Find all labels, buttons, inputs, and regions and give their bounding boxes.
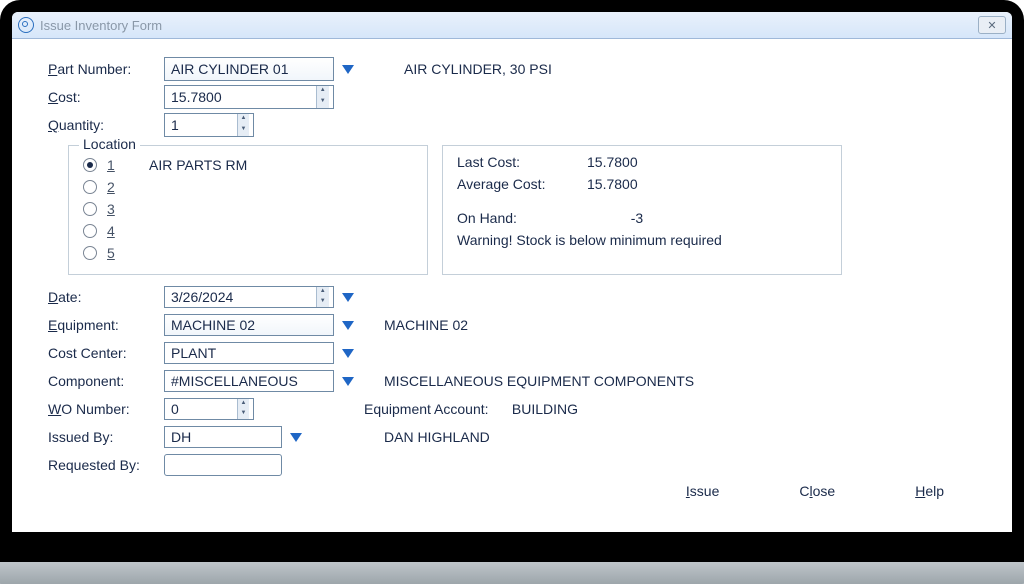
cost-label: Cost: — [48, 89, 164, 105]
last-cost-value: 15.7800 — [587, 154, 667, 176]
location-number: 4 — [107, 223, 121, 239]
close-button[interactable]: Close — [799, 483, 835, 499]
titlebar: Issue Inventory Form ✕ — [12, 12, 1012, 39]
last-cost-label: Last Cost: — [457, 154, 587, 176]
laptop-frame: Issue Inventory Form ✕ Part Number: AIR … — [0, 0, 1024, 562]
close-window-button[interactable]: ✕ — [978, 16, 1006, 34]
issued-by-input[interactable] — [169, 428, 277, 446]
cost-spinner[interactable]: ▲▼ — [316, 86, 329, 108]
radio-icon[interactable] — [83, 202, 97, 216]
radio-icon[interactable] — [83, 246, 97, 260]
location-name: AIR PARTS RM — [149, 157, 247, 173]
quantity-input[interactable] — [169, 116, 237, 134]
part-number-input[interactable] — [169, 60, 329, 78]
date-spinner[interactable]: ▲▼ — [316, 287, 329, 307]
radio-icon[interactable] — [83, 224, 97, 238]
quantity-field[interactable]: ▲▼ — [164, 113, 254, 137]
part-number-dropdown-icon[interactable] — [342, 65, 354, 74]
location-number: 5 — [107, 245, 121, 261]
date-label: Date: — [48, 289, 164, 305]
equipment-input[interactable] — [169, 316, 329, 334]
on-hand-value: -3 — [587, 210, 687, 232]
gear-icon — [18, 17, 34, 33]
issued-by-dropdown-icon[interactable] — [290, 433, 302, 442]
location-option[interactable]: 2 — [83, 176, 413, 198]
radio-icon[interactable] — [83, 158, 97, 172]
help-button[interactable]: Help — [915, 483, 944, 499]
location-group: Location 1AIR PARTS RM2345 — [68, 145, 428, 275]
wo-number-label: WO Number: — [48, 401, 164, 417]
date-field[interactable]: ▲▼ — [164, 286, 334, 308]
location-legend: Location — [79, 136, 140, 152]
equipment-dropdown-icon[interactable] — [342, 321, 354, 330]
part-description: AIR CYLINDER, 30 PSI — [404, 61, 552, 77]
quantity-label: Quantity: — [48, 117, 164, 133]
date-dropdown-icon[interactable] — [342, 293, 354, 302]
requested-by-input[interactable] — [169, 456, 277, 474]
on-hand-label: On Hand: — [457, 210, 587, 232]
action-bar: Issue Close Help — [48, 483, 984, 499]
location-option[interactable]: 4 — [83, 220, 413, 242]
location-number: 2 — [107, 179, 121, 195]
location-number: 3 — [107, 201, 121, 217]
wo-number-field[interactable]: ▲▼ — [164, 398, 254, 420]
avg-cost-label: Average Cost: — [457, 176, 587, 198]
equipment-description: MACHINE 02 — [384, 317, 468, 333]
requested-by-field[interactable] — [164, 454, 282, 476]
component-dropdown-icon[interactable] — [342, 377, 354, 386]
component-description: MISCELLANEOUS EQUIPMENT COMPONENTS — [384, 373, 694, 389]
part-number-field[interactable] — [164, 57, 334, 81]
radio-icon[interactable] — [83, 180, 97, 194]
location-option[interactable]: 5 — [83, 242, 413, 264]
quantity-spinner[interactable]: ▲▼ — [237, 114, 249, 136]
issued-by-label: Issued By: — [48, 429, 164, 445]
app-window: Issue Inventory Form ✕ Part Number: AIR … — [12, 12, 1012, 532]
cost-center-input[interactable] — [169, 344, 329, 362]
issued-by-description: DAN HIGHLAND — [384, 429, 490, 445]
stock-warning: Warning! Stock is below minimum required — [457, 232, 827, 248]
equipment-label: Equipment: — [48, 317, 164, 333]
equipment-field[interactable] — [164, 314, 334, 336]
component-input[interactable] — [169, 372, 329, 390]
location-option[interactable]: 3 — [83, 198, 413, 220]
stock-info-panel: Last Cost:15.7800 Average Cost:15.7800 O… — [442, 145, 842, 275]
form-body: Part Number: AIR CYLINDER, 30 PSI Cost: … — [12, 39, 1012, 509]
component-label: Component: — [48, 373, 164, 389]
equipment-account-value: BUILDING — [512, 401, 578, 417]
requested-by-label: Requested By: — [48, 457, 164, 473]
wo-number-spinner[interactable]: ▲▼ — [237, 399, 249, 419]
laptop-base — [0, 562, 1024, 584]
equipment-account-label: Equipment Account: BUILDING — [364, 401, 578, 417]
cost-field[interactable]: ▲▼ — [164, 85, 334, 109]
part-number-label: Part Number: — [48, 61, 164, 77]
location-number: 1 — [107, 157, 121, 173]
cost-input[interactable] — [169, 88, 316, 106]
cost-center-field[interactable] — [164, 342, 334, 364]
component-field[interactable] — [164, 370, 334, 392]
location-option[interactable]: 1 AIR PARTS RM — [83, 154, 413, 176]
cost-center-dropdown-icon[interactable] — [342, 349, 354, 358]
issue-button[interactable]: Issue — [686, 483, 719, 499]
avg-cost-value: 15.7800 — [587, 176, 667, 198]
wo-number-input[interactable] — [169, 400, 237, 418]
window-title: Issue Inventory Form — [40, 18, 162, 33]
cost-center-label: Cost Center: — [48, 345, 164, 361]
date-input[interactable] — [169, 288, 316, 306]
issued-by-field[interactable] — [164, 426, 282, 448]
